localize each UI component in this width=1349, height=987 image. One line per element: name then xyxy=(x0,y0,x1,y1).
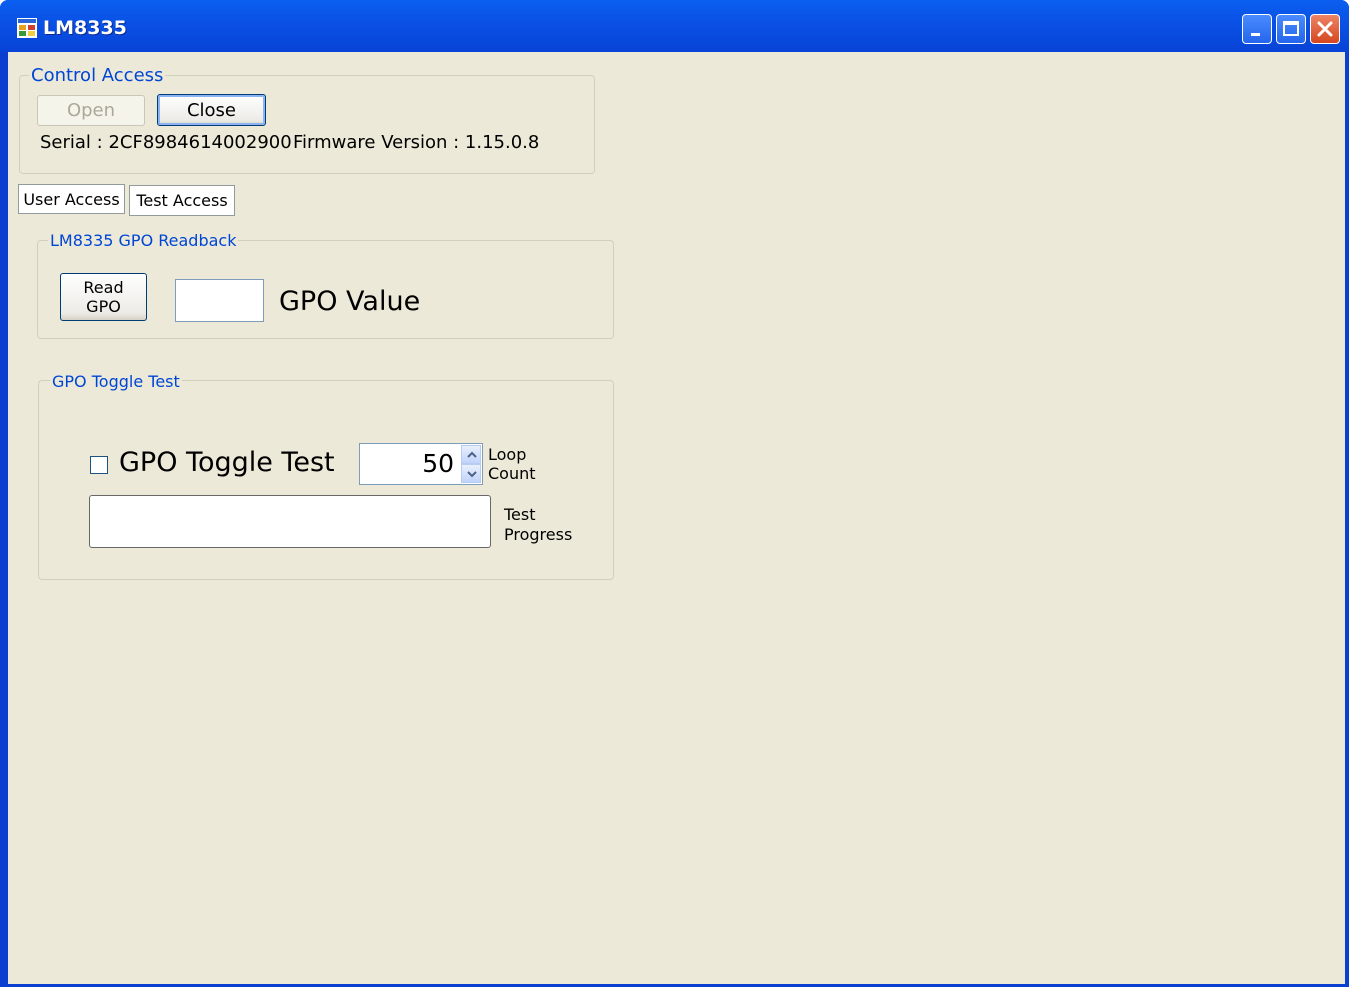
window-title: LM8335 xyxy=(43,17,127,39)
tab-user-access[interactable]: User Access xyxy=(18,184,125,214)
open-button[interactable]: Open xyxy=(37,95,145,126)
loop-count-label-line1: Loop xyxy=(488,445,527,464)
loop-count-up-button[interactable] xyxy=(461,445,481,464)
tab-user-access-label: User Access xyxy=(23,189,120,209)
control-access-label: Control Access xyxy=(29,65,166,86)
gpo-toggle-test-checkbox-label[interactable]: GPO Toggle Test xyxy=(119,447,335,478)
gpo-value-label: GPO Value xyxy=(279,286,421,317)
gpo-toggle-test-group-label: GPO Toggle Test xyxy=(50,372,182,391)
loop-count-spin-buttons xyxy=(461,445,481,483)
app-window: LM8335 Control Access Open Close Serial … xyxy=(0,0,1349,987)
maximize-button[interactable] xyxy=(1276,14,1306,44)
loop-count-down-button[interactable] xyxy=(461,464,481,483)
tab-test-access[interactable]: Test Access xyxy=(129,185,235,216)
client-area: Control Access Open Close Serial : 2CF89… xyxy=(8,52,1345,984)
serial-text: Serial : 2CF8984614002900 xyxy=(40,132,292,153)
maximize-icon xyxy=(1283,21,1299,36)
gpo-value-field[interactable] xyxy=(175,279,264,322)
chevron-up-icon xyxy=(467,451,477,458)
close-window-button[interactable] xyxy=(1310,14,1340,44)
gpo-readback-label: LM8335 GPO Readback xyxy=(48,231,239,250)
firmware-version-text: Firmware Version : 1.15.0.8 xyxy=(293,132,540,153)
read-gpo-button[interactable]: Read GPO xyxy=(60,273,147,321)
test-progress-label-line2: Progress xyxy=(504,525,573,544)
tab-test-access-label: Test Access xyxy=(136,191,228,210)
chevron-down-icon xyxy=(467,471,477,478)
test-progress-label-line1: Test xyxy=(504,505,536,524)
close-icon xyxy=(1317,21,1333,37)
app-window-icon[interactable] xyxy=(17,18,37,38)
title-bar[interactable]: LM8335 xyxy=(0,0,1349,52)
loop-count-stepper[interactable]: 50 xyxy=(359,443,483,485)
gpo-toggle-test-checkbox[interactable] xyxy=(90,456,108,474)
minimize-icon xyxy=(1251,33,1260,36)
loop-count-label-line2: Count xyxy=(488,464,536,483)
loop-count-value: 50 xyxy=(422,449,454,478)
read-gpo-label-line1: Read xyxy=(83,278,124,297)
close-button[interactable]: Close xyxy=(157,94,266,126)
test-progress-bar xyxy=(89,495,491,548)
minimize-button[interactable] xyxy=(1242,14,1272,44)
read-gpo-label-line2: GPO xyxy=(86,297,121,316)
